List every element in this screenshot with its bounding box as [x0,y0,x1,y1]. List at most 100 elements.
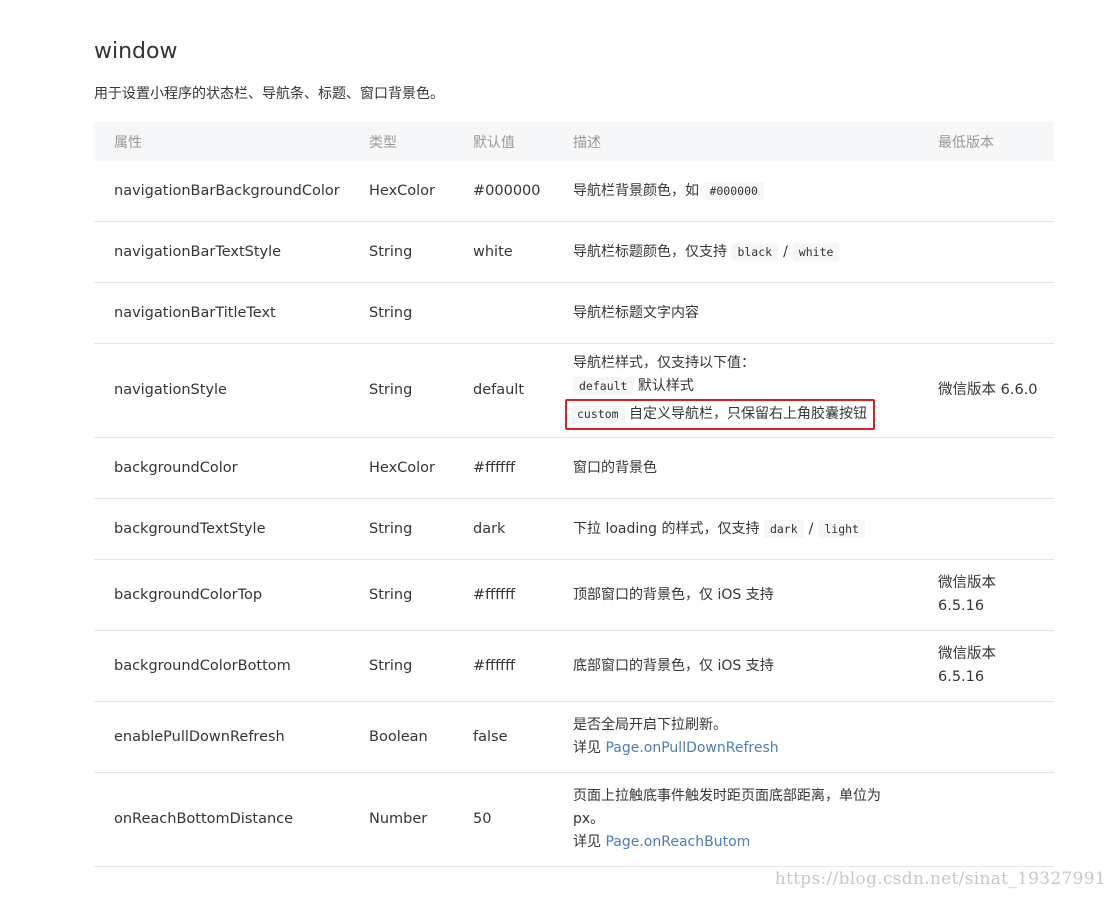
cell-default: dark [473,498,573,560]
desc-text: 导航栏背景颜色，如 [573,182,699,199]
cell-version: 微信版本 6.5.16 [938,559,1054,631]
desc-line: 页面上拉触底事件触发时距页面底部距离，单位为 [573,788,881,804]
desc-code: light [818,519,865,538]
cell-attr: onReachBottomDistance [94,772,369,867]
desc-line: px。 [573,811,605,827]
table-row: navigationStyle String default 导航栏样式，仅支持… [94,343,1054,438]
version-number: 6.5.16 [938,669,985,685]
cell-attr: backgroundColorTop [94,559,369,631]
cell-version: 微信版本 6.5.16 [938,630,1054,702]
version-label: 微信版本 [938,575,996,591]
cell-default: white [473,221,573,283]
desc-code: custom [571,404,625,423]
header-version: 最低版本 [938,122,1054,161]
desc-see-also: 详见 Page.onReachButom [573,831,938,854]
cell-version: 微信版本 6.6.0 [938,343,1054,438]
cell-type: Number [369,772,473,867]
cell-default: 50 [473,772,573,867]
table-row: navigationBarTextStyle String white 导航栏标… [94,221,1054,283]
desc-text: 窗口的背景色 [573,459,657,476]
table-row: navigationBarTitleText String 导航栏标题文字内容 [94,282,1054,344]
desc-separator: / [808,520,814,537]
cell-desc: 导航栏样式，仅支持以下值： default 默认样式 custom 自定义导航栏… [565,343,938,438]
doc-link-page-onreachbutom[interactable]: Page.onReachButom [605,834,750,850]
cell-version [938,772,1054,867]
cell-attr: backgroundTextStyle [94,498,369,560]
desc-text: 默认样式 [637,377,694,394]
cell-type: Boolean [369,701,473,773]
cell-default [473,282,573,344]
desc-text: 顶部窗口的背景色，仅 iOS 支持 [573,586,774,603]
cell-type: String [369,498,473,560]
table-row: backgroundColor HexColor #ffffff 窗口的背景色 [94,437,1054,499]
cell-version [938,161,1054,222]
cell-desc: 窗口的背景色 [573,437,938,499]
cell-desc: 导航栏标题颜色，仅支持 black / white [573,221,938,283]
cell-attr: navigationStyle [94,343,369,438]
table-row: backgroundTextStyle String dark 下拉 loadi… [94,498,1054,560]
cell-attr: enablePullDownRefresh [94,701,369,773]
cell-type: HexColor [369,161,473,222]
cell-default: #ffffff [473,630,573,702]
cell-attr: navigationBarTextStyle [94,221,369,283]
cell-type: String [369,282,473,344]
cell-desc: 导航栏标题文字内容 [573,282,938,344]
page-subtitle: 用于设置小程序的状态栏、导航条、标题、窗口背景色。 [94,86,444,102]
cell-attr: navigationBarBackgroundColor [94,161,369,222]
header-type: 类型 [369,122,473,161]
desc-text: 导航栏标题颜色，仅支持 [573,243,727,260]
header-attr: 属性 [94,122,369,161]
cell-desc: 顶部窗口的背景色，仅 iOS 支持 [573,559,938,631]
table-row: backgroundColorTop String #ffffff 顶部窗口的背… [94,559,1054,631]
desc-see-also: 详见 Page.onPullDownRefresh [573,737,938,760]
cell-type: String [369,343,473,438]
header-desc: 描述 [573,122,938,161]
cell-version [938,282,1054,344]
desc-text: 自定义导航栏，只保留右上角胶囊按钮 [629,405,867,422]
desc-see-label: 详见 [573,740,601,756]
cell-version [938,701,1054,773]
cell-desc: 下拉 loading 的样式，仅支持 dark / light [573,498,938,560]
desc-code: dark [763,519,804,538]
cell-desc: 底部窗口的背景色，仅 iOS 支持 [573,630,938,702]
desc-option-default: default 默认样式 [573,375,938,398]
cell-default: #000000 [473,161,573,222]
doc-link-page-onpulldownrefresh[interactable]: Page.onPullDownRefresh [605,740,778,756]
table-header-row: 属性 类型 默认值 描述 最低版本 [94,122,1054,161]
cell-default: false [473,701,573,773]
page-title: window [94,39,178,64]
version-label: 微信版本 [938,646,996,662]
desc-line: 是否全局开启下拉刷新。 [573,717,727,733]
cell-desc: 页面上拉触底事件触发时距页面底部距离，单位为 px。 详见 Page.onRea… [573,772,938,867]
cell-attr: backgroundColorBottom [94,630,369,702]
properties-table: 属性 类型 默认值 描述 最低版本 navigationBarBackgroun… [94,122,1054,867]
cell-type: String [369,559,473,631]
table-row: backgroundColorBottom String #ffffff 底部窗… [94,630,1054,702]
cell-type: String [369,221,473,283]
cell-type: HexColor [369,437,473,499]
cell-default: #ffffff [473,559,573,631]
table-row: onReachBottomDistance Number 50 页面上拉触底事件… [94,772,1054,867]
highlight-box: custom 自定义导航栏，只保留右上角胶囊按钮 [565,398,875,430]
desc-text: 下拉 loading 的样式，仅支持 [573,520,760,537]
cell-desc: 导航栏背景颜色，如 #000000 [573,161,938,222]
header-default: 默认值 [473,122,573,161]
desc-code: default [573,376,634,395]
desc-see-label: 详见 [573,834,601,850]
desc-text: 底部窗口的背景色，仅 iOS 支持 [573,657,774,674]
cell-version [938,498,1054,560]
desc-line: 导航栏样式，仅支持以下值： [573,354,755,371]
desc-code: black [731,242,779,261]
cell-attr: navigationBarTitleText [94,282,369,344]
cell-type: String [369,630,473,702]
table-row: navigationBarBackgroundColor HexColor #0… [94,161,1054,222]
desc-code: white [792,242,840,261]
cell-default: default [473,343,573,438]
desc-text: 导航栏标题文字内容 [573,304,699,321]
desc-code: #000000 [703,181,764,200]
desc-separator: / [783,243,788,260]
cell-version [938,437,1054,499]
cell-attr: backgroundColor [94,437,369,499]
cell-version [938,221,1054,283]
cell-default: #ffffff [473,437,573,499]
